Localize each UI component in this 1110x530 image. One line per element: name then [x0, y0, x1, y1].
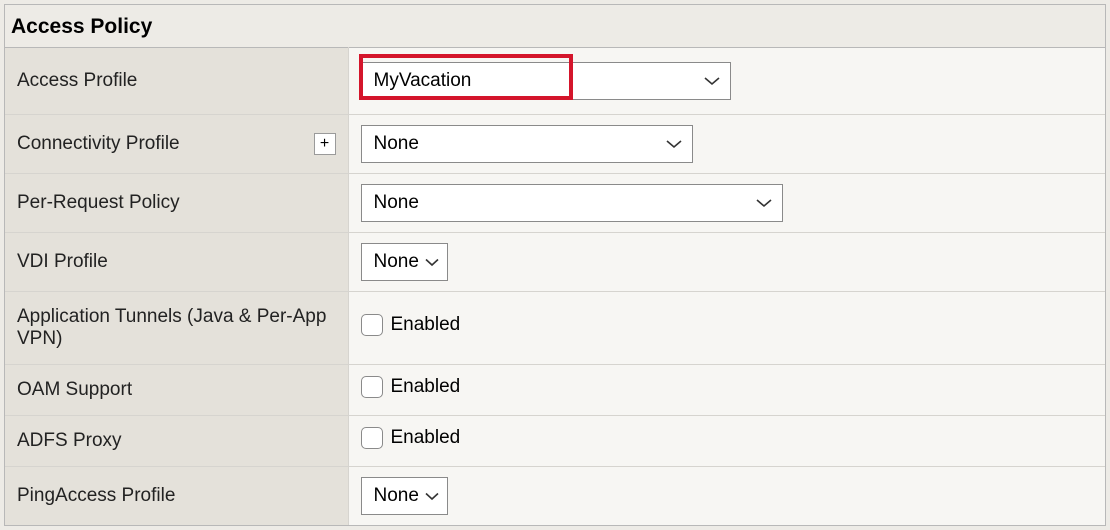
app-tunnels-checkbox-label: Enabled [391, 314, 461, 336]
label-vdi-profile: VDI Profile [17, 251, 108, 272]
oam-support-checkbox[interactable] [361, 376, 383, 398]
oam-support-checkbox-label: Enabled [391, 376, 461, 398]
label-app-tunnels: Application Tunnels (Java & Per-App VPN) [17, 306, 326, 349]
adfs-proxy-checkbox[interactable] [361, 427, 383, 449]
row-access-profile: Access Profile MyVacation [5, 48, 1105, 115]
access-profile-value: MyVacation [374, 70, 472, 92]
connectivity-profile-value: None [374, 133, 419, 155]
label-adfs-proxy: ADFS Proxy [17, 430, 122, 451]
row-vdi-profile: VDI Profile None [5, 233, 1105, 292]
chevron-down-icon [704, 76, 720, 86]
label-access-profile: Access Profile [17, 70, 137, 91]
row-connectivity-profile: Connectivity Profile + None [5, 115, 1105, 174]
row-oam-support: OAM Support Enabled [5, 365, 1105, 416]
chevron-down-icon [756, 198, 772, 208]
pingaccess-profile-value: None [374, 485, 419, 507]
access-policy-form: Access Profile MyVacation Connectivity [5, 47, 1105, 525]
label-pingaccess-profile: PingAccess Profile [17, 485, 175, 506]
pingaccess-profile-select[interactable]: None [361, 477, 448, 515]
label-oam-support: OAM Support [17, 379, 132, 400]
chevron-down-icon [425, 492, 439, 501]
label-per-request-policy: Per-Request Policy [17, 192, 180, 213]
adfs-proxy-checkbox-label: Enabled [391, 427, 461, 449]
row-per-request-policy: Per-Request Policy None [5, 174, 1105, 233]
section-title: Access Policy [5, 5, 1105, 47]
row-pingaccess-profile: PingAccess Profile None [5, 467, 1105, 526]
per-request-policy-select[interactable]: None [361, 184, 783, 222]
per-request-policy-value: None [374, 192, 419, 214]
vdi-profile-value: None [374, 251, 419, 273]
connectivity-profile-select[interactable]: None [361, 125, 693, 163]
chevron-down-icon [666, 139, 682, 149]
chevron-down-icon [425, 258, 439, 267]
access-profile-select[interactable]: MyVacation [361, 62, 731, 100]
label-connectivity-profile: Connectivity Profile [17, 133, 180, 155]
row-adfs-proxy: ADFS Proxy Enabled [5, 416, 1105, 467]
row-app-tunnels: Application Tunnels (Java & Per-App VPN)… [5, 292, 1105, 365]
access-policy-panel: Access Policy Access Profile MyVacation [4, 4, 1106, 526]
app-tunnels-checkbox[interactable] [361, 314, 383, 336]
vdi-profile-select[interactable]: None [361, 243, 448, 281]
add-connectivity-profile-button[interactable]: + [314, 133, 336, 155]
